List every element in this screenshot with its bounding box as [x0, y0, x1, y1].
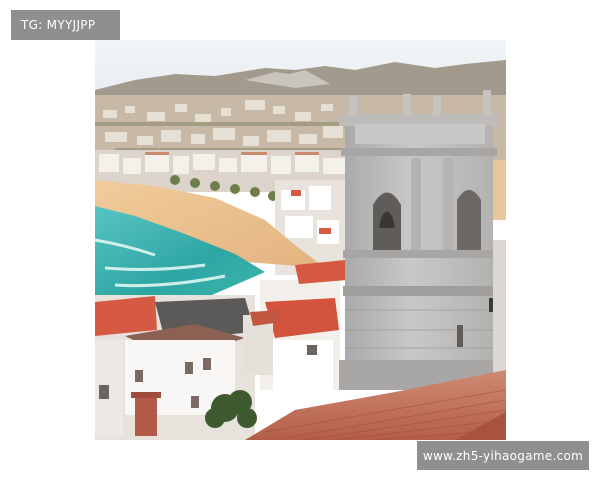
bell-arch-right: [457, 190, 481, 250]
watermark-top-left: TG: MYYJJPP: [11, 10, 120, 40]
bell-tower: [339, 90, 501, 390]
coastal-town-photo: [95, 40, 506, 440]
red-roof: [95, 296, 157, 336]
watermark-bottom-right: www.zh5-yihaogame.com: [417, 441, 589, 470]
chimney: [135, 396, 157, 436]
